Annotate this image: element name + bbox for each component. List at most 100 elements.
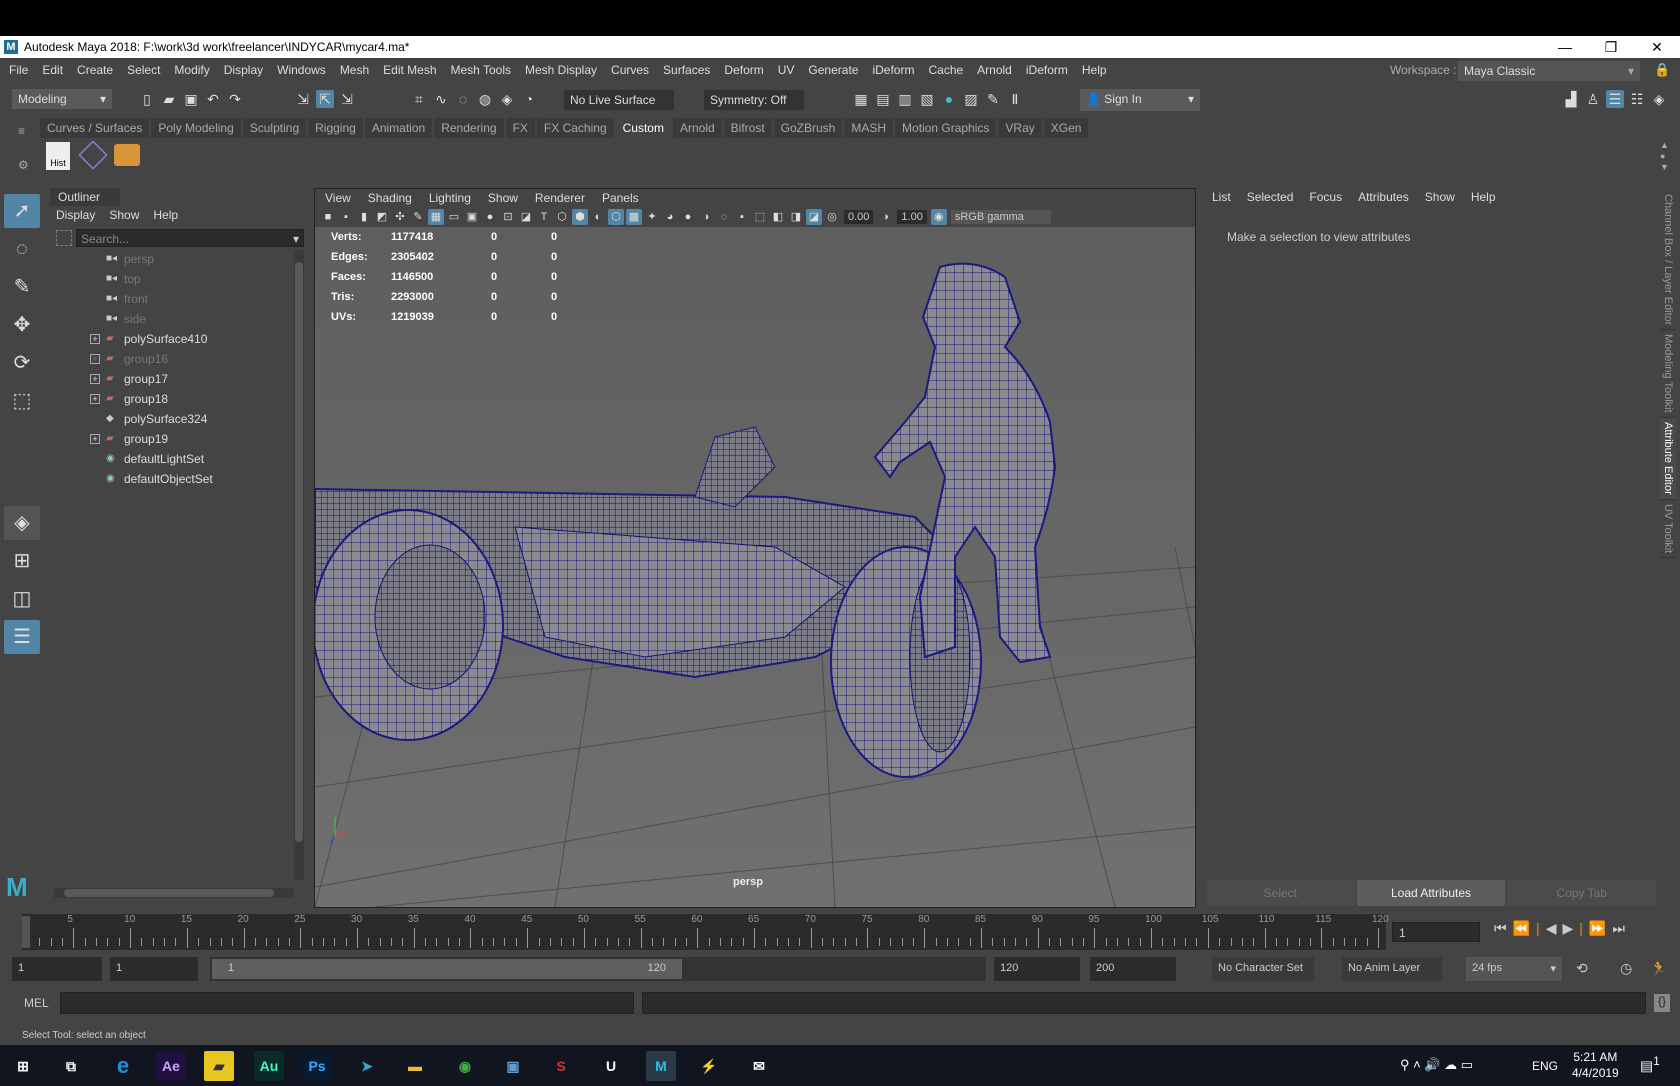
xray-joints-icon[interactable]: ◨	[788, 209, 804, 225]
xray-icon[interactable]: ◧	[770, 209, 786, 225]
menu-display[interactable]: Display	[224, 63, 263, 77]
shelf-tab-poly-modeling[interactable]: Poly Modeling	[151, 118, 241, 138]
attribute-menu-list[interactable]: List	[1212, 190, 1231, 204]
photoshop-icon[interactable]: Ps	[302, 1051, 332, 1081]
step-forward-key-icon[interactable]: |	[1579, 920, 1589, 936]
shadows-icon[interactable]: ◕	[662, 209, 678, 225]
gamma-icon[interactable]: ◑	[877, 209, 893, 225]
textured-icon[interactable]: ▩	[626, 209, 642, 225]
fps-select[interactable]: 24 fps ▾	[1466, 957, 1562, 981]
step-back-key-icon[interactable]: |	[1536, 920, 1546, 936]
viewport-menu-view[interactable]: View	[325, 191, 351, 205]
outliner-item[interactable]: ◆ polySurface324	[70, 409, 290, 429]
history-toggle-button[interactable]: Hist	[46, 142, 70, 170]
menu-create[interactable]: Create	[77, 63, 113, 77]
telegram-icon[interactable]: ➤	[352, 1051, 382, 1081]
smooth-shade-icon[interactable]: ⬢	[572, 209, 588, 225]
isolate-select-icon[interactable]: ⬚	[752, 209, 768, 225]
shelf-tab-mash[interactable]: MASH	[844, 118, 894, 138]
menu-edit-mesh[interactable]: Edit Mesh	[383, 63, 436, 77]
open-scene-icon[interactable]: ▰	[160, 90, 178, 108]
lights-icon[interactable]: ✦	[644, 209, 660, 225]
expand-icon[interactable]: +	[90, 354, 100, 364]
attribute-menu-focus[interactable]: Focus	[1309, 190, 1342, 204]
outliner-item[interactable]: ◉ defaultLightSet	[70, 449, 290, 469]
render-setup-icon[interactable]: ▨	[962, 90, 980, 108]
menu-select[interactable]: Select	[127, 63, 160, 77]
shelf-tab-fx-caching[interactable]: FX Caching	[536, 118, 614, 138]
viewport-menu-lighting[interactable]: Lighting	[429, 191, 471, 205]
outliner-item[interactable]: + ▰ group19	[70, 429, 290, 449]
view-transform-field[interactable]: sRGB gamma	[950, 210, 1051, 224]
bookmark-icon[interactable]: ▮	[356, 209, 372, 225]
snap-view-icon[interactable]: ◍	[476, 90, 494, 108]
maya-taskbar-icon[interactable]: M	[646, 1051, 676, 1081]
playback-end-field[interactable]: 120	[994, 957, 1080, 981]
exposure-icon[interactable]: ◎	[824, 209, 840, 225]
outliner-vscrollbar[interactable]	[294, 250, 304, 880]
snap-surface-icon[interactable]: ◈	[498, 90, 516, 108]
audition-icon[interactable]: Au	[254, 1051, 284, 1081]
motion-blur-icon[interactable]: ◑	[698, 209, 714, 225]
shelf-tab-gozbrush[interactable]: GoZBrush	[773, 118, 843, 138]
color-management-icon[interactable]: ◉	[930, 209, 947, 225]
scale-tool-icon[interactable]: ⬚	[4, 384, 40, 418]
shelf-tab-motion-graphics[interactable]: Motion Graphics	[895, 118, 997, 138]
attribute-menu-help[interactable]: Help	[1471, 190, 1496, 204]
render-view-icon[interactable]: ▦	[852, 90, 870, 108]
render-frame-icon[interactable]: ▤	[874, 90, 892, 108]
copy-tab-button[interactable]: Copy Tab	[1507, 880, 1657, 906]
load-attributes-button[interactable]: Load Attributes	[1356, 880, 1506, 906]
outliner-item[interactable]: + ▰ polySurface410	[70, 329, 290, 349]
shelf-tab-bifrost[interactable]: Bifrost	[723, 118, 772, 138]
menu-generate[interactable]: Generate	[808, 63, 858, 77]
lock-icon[interactable]: 🔒	[1654, 62, 1670, 78]
restore-button[interactable]: ❐	[1588, 36, 1634, 58]
workspace-select[interactable]: Maya Classic ▾	[1458, 61, 1640, 81]
split-object-icon[interactable]	[114, 144, 140, 166]
shelf-tab-rigging[interactable]: Rigging	[308, 118, 363, 138]
chrome-icon[interactable]: ◉	[450, 1051, 480, 1081]
safe-action-icon[interactable]: ◪	[518, 209, 534, 225]
outliner-menu-display[interactable]: Display	[56, 208, 95, 222]
step-back-icon[interactable]: ⏪	[1513, 920, 1536, 936]
current-frame-field[interactable]: 1	[1392, 922, 1480, 942]
shelf-settings-icon[interactable]: ⚙	[18, 158, 29, 172]
shelf-tab-curves-surfaces[interactable]: Curves / Surfaces	[40, 118, 150, 138]
outliner-item[interactable]: ◉ defaultObjectSet	[70, 469, 290, 489]
pause-icon[interactable]: Ⅱ	[1006, 90, 1024, 108]
outliner-item[interactable]: + ▰ group18	[70, 389, 290, 409]
snap-grid-icon[interactable]: ⌗	[410, 90, 428, 108]
side-tab-uv-toolkit[interactable]: UV Toolkit	[1660, 500, 1676, 559]
shelf-menu-icon[interactable]: ≡	[18, 124, 25, 138]
menu-surfaces[interactable]: Surfaces	[663, 63, 710, 77]
outliner-item[interactable]: ■◂ side	[70, 309, 290, 329]
outliner-item[interactable]: + ▰ group16	[70, 349, 290, 369]
live-surface-field[interactable]: No Live Surface	[564, 90, 674, 110]
viewport-menu-panels[interactable]: Panels	[602, 191, 639, 205]
substance-icon[interactable]: S	[546, 1051, 576, 1081]
snap-live-icon[interactable]: ◔	[520, 90, 538, 108]
edge-icon[interactable]: e	[108, 1051, 138, 1081]
move-tool-icon[interactable]: ✥	[4, 308, 40, 342]
outliner-item[interactable]: ■◂ top	[70, 269, 290, 289]
menu-arnold[interactable]: Arnold	[977, 63, 1012, 77]
menu-deform[interactable]: Deform	[724, 63, 763, 77]
outliner-search-input[interactable]: Search... ▾	[76, 229, 304, 247]
expand-icon[interactable]: +	[90, 374, 100, 384]
command-language-label[interactable]: MEL	[24, 996, 49, 1010]
anim-layer-select[interactable]: No Anim Layer	[1342, 957, 1442, 981]
grease-pencil-icon[interactable]: ✎	[410, 209, 426, 225]
shelf-tab-arnold[interactable]: Arnold	[672, 118, 722, 138]
single-perspective-layout-icon[interactable]: ◈	[4, 506, 40, 540]
ipr-render-icon[interactable]: ▥	[896, 90, 914, 108]
shelf-tab-vray[interactable]: VRay	[998, 118, 1042, 138]
menu-edit[interactable]: Edit	[42, 63, 63, 77]
hypershade-icon[interactable]: ●	[940, 90, 958, 108]
sign-in-button[interactable]: 👤 Sign In ▾	[1080, 89, 1200, 111]
command-input[interactable]	[60, 992, 634, 1014]
save-scene-icon[interactable]: ▣	[182, 90, 200, 108]
menu-set-select[interactable]: Modeling ▾	[12, 89, 112, 109]
character-set-select[interactable]: No Character Set	[1212, 957, 1314, 981]
outliner-item[interactable]: + ▰ group17	[70, 369, 290, 389]
